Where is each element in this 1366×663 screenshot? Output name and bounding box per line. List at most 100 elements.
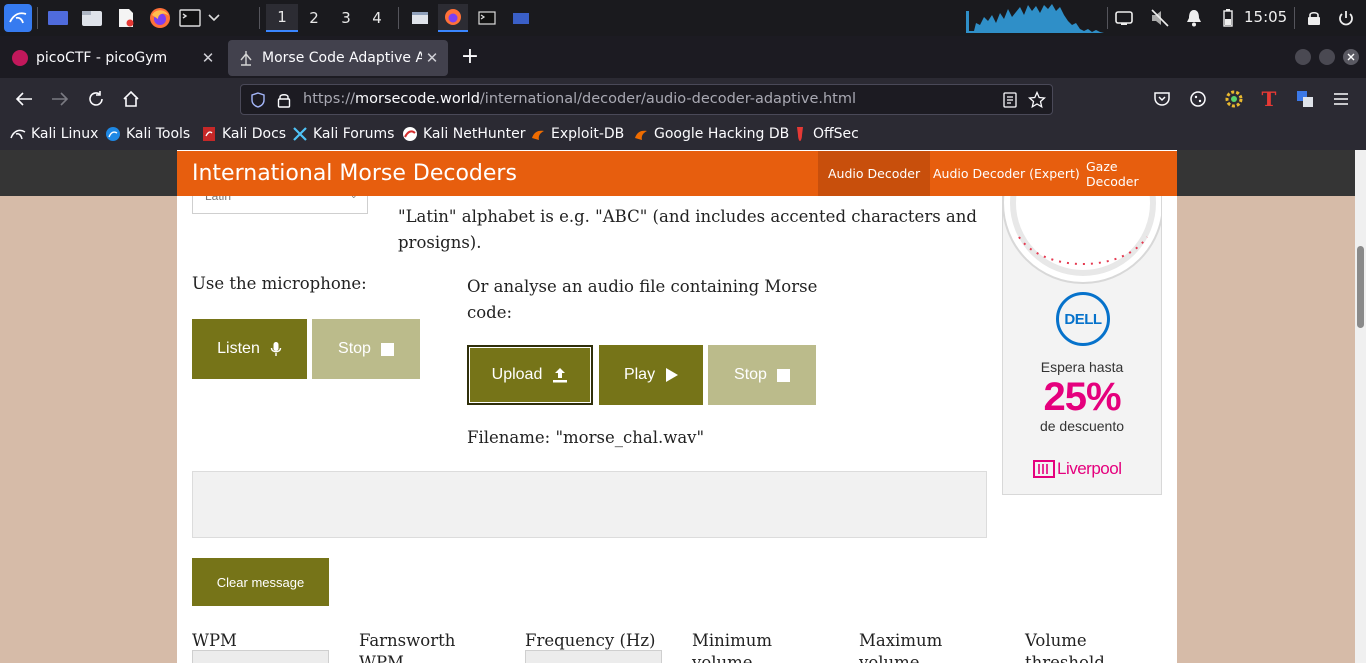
param-label-line: volume xyxy=(692,653,753,663)
reader-view-icon[interactable] xyxy=(1002,92,1018,112)
lock-icon[interactable] xyxy=(1302,6,1326,30)
play-button[interactable]: Play xyxy=(599,345,703,405)
power-icon[interactable] xyxy=(1334,6,1358,30)
kali-tools-icon xyxy=(106,127,120,141)
param-label-line: Maximum xyxy=(859,631,943,650)
tab-morse-decoder[interactable]: Morse Code Adaptive Aud ✕ xyxy=(228,40,448,76)
tab-bar: picoCTF - picoGym ✕ Morse Code Adaptive … xyxy=(0,36,1366,78)
panel-separator xyxy=(1294,7,1295,29)
network-icon[interactable] xyxy=(1112,6,1136,30)
back-icon[interactable] xyxy=(13,88,35,110)
address-bar[interactable]: https://morsecode.world/international/de… xyxy=(240,84,1053,115)
dell-logo: DELL xyxy=(1056,292,1110,346)
cpu-graph xyxy=(966,4,1104,33)
kali-forums-icon xyxy=(293,127,307,141)
forward-icon[interactable] xyxy=(49,88,71,110)
translate-extension-icon[interactable] xyxy=(1294,88,1316,110)
text-editor-icon[interactable] xyxy=(114,6,138,30)
site-header: International Morse Decoders Audio Decod… xyxy=(177,151,1177,196)
pocket-icon[interactable] xyxy=(1151,88,1173,110)
file-stop-button[interactable]: Stop xyxy=(708,345,816,405)
minimize-window-button[interactable] xyxy=(1295,49,1311,65)
firefox-icon[interactable] xyxy=(148,6,172,30)
liverpool-logo: Liverpool xyxy=(1033,459,1122,479)
clear-message-button[interactable]: Clear message xyxy=(192,558,329,606)
close-window-button[interactable] xyxy=(1343,49,1359,65)
microphone-label: Use the microphone: xyxy=(192,274,367,293)
mic-stop-button[interactable]: Stop xyxy=(312,319,420,379)
panel-clock[interactable]: 15:05 xyxy=(1244,8,1287,26)
file-manager-icon[interactable] xyxy=(80,6,104,30)
bookmark-label: Kali Linux xyxy=(31,126,99,142)
maximize-window-button[interactable] xyxy=(1319,49,1335,65)
param-frequency-label: Frequency (Hz) xyxy=(525,630,685,652)
nav-audio-decoder-expert[interactable]: Audio Decoder (Expert) xyxy=(923,151,1090,196)
url-text[interactable]: https://morsecode.world/international/de… xyxy=(303,91,856,107)
param-minimum-volume-label: Minimum volume xyxy=(692,630,842,663)
kali-menu-icon[interactable] xyxy=(4,4,32,32)
cookie-extension-icon[interactable] xyxy=(1187,88,1209,110)
exploit-db-icon xyxy=(532,130,544,140)
notifications-icon[interactable] xyxy=(1182,6,1206,30)
listen-button[interactable]: Listen xyxy=(192,319,307,379)
mute-icon[interactable] xyxy=(1148,6,1172,30)
taskbar-firefox[interactable] xyxy=(438,4,468,32)
nav-audio-decoder[interactable]: Audio Decoder xyxy=(818,151,931,196)
site-title[interactable]: International Morse Decoders xyxy=(192,161,517,186)
advertisement[interactable]: DELL Espera hasta 25% de descuento Liver… xyxy=(1002,192,1162,495)
workspace-3-button[interactable]: 3 xyxy=(330,4,362,32)
close-tab-icon[interactable]: ✕ xyxy=(422,49,442,67)
param-label-line: Minimum xyxy=(692,631,772,650)
bookmark-google-hacking-db[interactable]: Google Hacking DB xyxy=(633,126,789,142)
terminal-icon[interactable] xyxy=(178,6,202,30)
kali-docs-icon xyxy=(203,127,215,141)
color-extension-icon[interactable] xyxy=(1223,88,1245,110)
bookmark-exploit-db[interactable]: Exploit-DB xyxy=(530,126,624,142)
text-extension-icon[interactable]: T xyxy=(1258,87,1280,111)
offsec-icon xyxy=(797,127,803,141)
param-label-line: volume xyxy=(859,653,920,663)
chevron-down-icon[interactable] xyxy=(202,6,226,30)
bookmark-kali-nethunter[interactable]: Kali NetHunter xyxy=(402,126,525,142)
bookmark-star-icon[interactable] xyxy=(1027,90,1047,113)
reload-icon[interactable] xyxy=(85,88,107,110)
panel-separator xyxy=(398,7,399,29)
workspace-1-button[interactable]: 1 xyxy=(266,4,298,32)
ad-store-name: Liverpool xyxy=(1057,459,1122,478)
bookmarks-bar: Kali Linux Kali Tools Kali Docs Kali For… xyxy=(0,120,1366,150)
menu-hamburger-icon[interactable] xyxy=(1330,88,1352,110)
close-tab-icon[interactable]: ✕ xyxy=(198,49,218,67)
bookmark-kali-tools[interactable]: Kali Tools xyxy=(105,126,190,142)
param-label-line: Frequency (Hz) xyxy=(525,631,656,650)
home-icon[interactable] xyxy=(120,88,142,110)
tracking-protection-icon[interactable] xyxy=(250,92,266,112)
param-label-line: Volume xyxy=(1025,631,1087,650)
bookmark-kali-forums[interactable]: Kali Forums xyxy=(292,126,394,142)
bookmark-label: Kali Forums xyxy=(313,126,395,142)
bookmark-kali-linux[interactable]: Kali Linux xyxy=(10,126,98,142)
lock-icon[interactable] xyxy=(277,92,291,112)
taskbar-terminal[interactable] xyxy=(472,4,502,32)
workspace-4-button[interactable]: 4 xyxy=(361,4,393,32)
alphabet-description: "Latin" alphabet is e.g. "ABC" (and incl… xyxy=(398,204,988,256)
bookmark-kali-docs[interactable]: Kali Docs xyxy=(201,126,286,142)
desktop-icon[interactable] xyxy=(46,6,70,30)
frequency-input[interactable] xyxy=(525,650,662,663)
param-label-line: WPM xyxy=(192,631,237,650)
picoctf-favicon-icon xyxy=(12,50,28,66)
bookmark-offsec[interactable]: OffSec xyxy=(792,126,859,142)
param-wpm-label: WPM xyxy=(192,630,342,652)
workspace-2-button[interactable]: 2 xyxy=(298,4,330,32)
new-tab-button[interactable]: + xyxy=(459,46,481,68)
upload-button[interactable]: Upload xyxy=(467,345,593,405)
ad-discount: 25% xyxy=(1043,375,1121,419)
decoded-message-output[interactable] xyxy=(192,471,987,538)
taskbar-files[interactable] xyxy=(506,4,536,32)
page-scrollbar[interactable] xyxy=(1355,150,1366,663)
nav-gaze-decoder[interactable]: Gaze Decoder xyxy=(1076,151,1177,196)
taskbar-window-1[interactable] xyxy=(405,4,435,32)
wpm-input[interactable] xyxy=(192,650,329,663)
description-line: "Latin" alphabet is e.g. "ABC" (and incl… xyxy=(398,207,977,226)
scrollbar-thumb[interactable] xyxy=(1357,246,1364,328)
tab-picoctf[interactable]: picoCTF - picoGym ✕ xyxy=(2,40,224,76)
